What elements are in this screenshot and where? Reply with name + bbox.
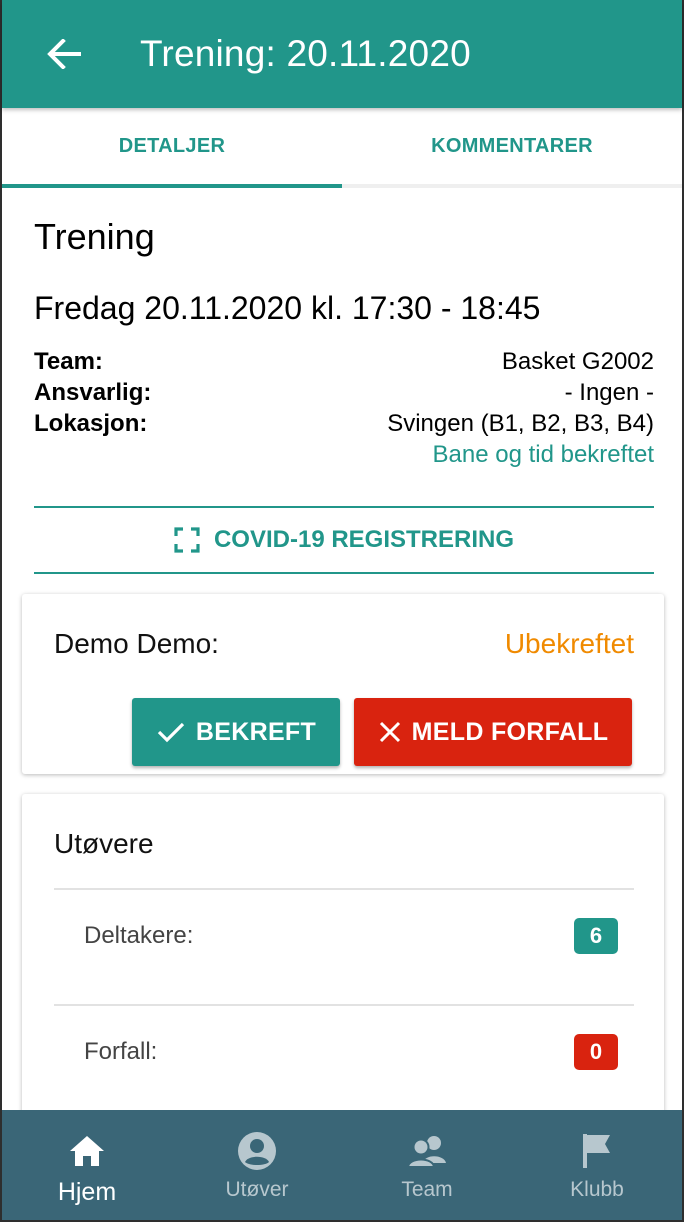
location-status: Bane og tid bekreftet	[432, 441, 654, 468]
account-circle-icon	[237, 1130, 277, 1172]
attendance-status: Ubekreftet	[504, 628, 634, 659]
location-label: Lokasjon:	[34, 410, 148, 437]
back-button[interactable]	[34, 24, 94, 84]
team-label: Team:	[34, 348, 103, 375]
covid-registration-label: COVID-19 REGISTRERING	[213, 526, 515, 553]
info-row-location: Lokasjon: Svingen (B1, B2, B3, B4)	[34, 410, 654, 441]
report-absence-label: MELD FORFALL	[411, 717, 609, 746]
covid-registration-button[interactable]: COVID-19 REGISTRERING	[34, 506, 654, 574]
participants-row[interactable]: Deltakere: 6	[84, 916, 618, 956]
main-content: Trening Fredag 20.11.2020 kl. 17:30 - 18…	[2, 188, 682, 1110]
nav-item-athlete[interactable]: Utøver	[172, 1110, 342, 1220]
check-icon	[157, 722, 185, 743]
confirm-button[interactable]: BEKREFT	[132, 698, 340, 766]
member-name: Demo Demo:	[54, 628, 219, 659]
nav-label-team: Team	[401, 1178, 453, 1201]
arrow-left-icon	[47, 39, 81, 69]
report-absence-button[interactable]: MELD FORFALL	[354, 698, 632, 766]
nav-label-club: Klubb	[570, 1178, 624, 1201]
nav-item-team[interactable]: Team	[342, 1110, 512, 1220]
nav-label-athlete: Utøver	[225, 1178, 289, 1201]
close-icon	[379, 721, 400, 743]
info-row-location-status: Bane og tid bekreftet	[34, 441, 654, 472]
responsible-label: Ansvarlig:	[34, 379, 152, 406]
participants-count-badge: 6	[574, 918, 618, 954]
team-value: Basket G2002	[501, 348, 654, 375]
home-icon	[68, 1130, 106, 1172]
athletes-title: Utøvere	[54, 828, 154, 859]
attendance-card: Demo Demo: Ubekreftet BEKREFT MELD FORFA…	[22, 594, 664, 774]
participants-label: Deltakere:	[84, 922, 194, 949]
event-type: Trening	[34, 216, 155, 257]
location-value: Svingen (B1, B2, B3, B4)	[387, 410, 654, 437]
tab-comments[interactable]: KOMMENTARER	[342, 108, 682, 184]
absent-count-badge: 0	[574, 1034, 618, 1070]
absent-label: Forfall:	[84, 1038, 158, 1065]
responsible-value: - Ingen -	[564, 379, 654, 406]
bottom-navigation: Hjem Utøver Team Klubb	[2, 1110, 682, 1220]
event-info: Team: Basket G2002 Ansvarlig: - Ingen - …	[34, 348, 654, 472]
tab-bar: DETALJER KOMMENTARER	[2, 108, 682, 188]
flag-icon	[580, 1130, 614, 1172]
nav-label-home: Hjem	[57, 1178, 117, 1206]
athletes-card: Utøvere Deltakere: 6 Forfall: 0	[22, 794, 664, 1110]
info-row-responsible: Ansvarlig: - Ingen -	[34, 379, 654, 410]
qr-scan-icon	[174, 527, 200, 553]
tab-details[interactable]: DETALJER	[2, 108, 342, 188]
confirm-label: BEKREFT	[195, 717, 317, 746]
divider	[54, 1004, 634, 1006]
absent-row[interactable]: Forfall: 0	[84, 1032, 618, 1072]
app-bar: Trening: 20.11.2020	[2, 0, 682, 108]
nav-item-club[interactable]: Klubb	[512, 1110, 682, 1220]
info-row-team: Team: Basket G2002	[34, 348, 654, 379]
nav-item-home[interactable]: Hjem	[2, 1110, 172, 1220]
event-datetime: Fredag 20.11.2020 kl. 17:30 - 18:45	[34, 290, 541, 326]
page-title: Trening: 20.11.2020	[140, 33, 471, 74]
team-icon	[406, 1130, 448, 1172]
divider	[54, 888, 634, 890]
